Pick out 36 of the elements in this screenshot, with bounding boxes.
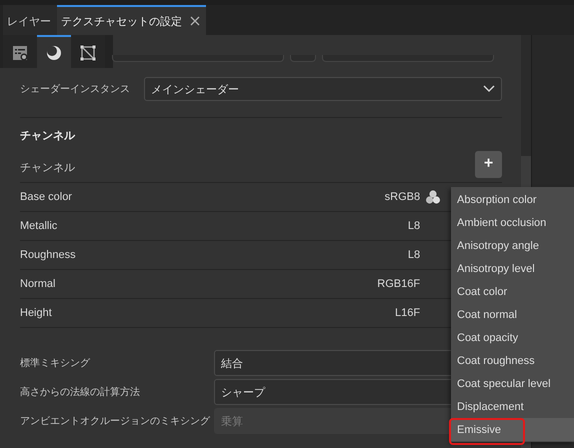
channel-format: L16F	[395, 307, 420, 319]
tool-tab[interactable]	[37, 35, 71, 68]
channel-name: Base color	[20, 191, 72, 203]
panel-tab[interactable]: レイヤー	[3, 5, 57, 35]
column-label: チャンネル	[20, 160, 75, 174]
menu-item[interactable]: Absorption color	[451, 188, 574, 211]
section-title: チャンネル	[20, 129, 76, 144]
channel-name: Normal	[20, 278, 56, 290]
menu-item[interactable]: Coat roughness	[451, 349, 574, 372]
field-label: 高さからの法線の計算方法	[20, 386, 141, 399]
menu-item[interactable]: Ambient occlusion	[451, 211, 574, 234]
channel-format: RGB16F	[377, 278, 420, 290]
channel-format: L8	[408, 249, 420, 261]
panel-tab[interactable]: テクスチャセットの設定	[57, 5, 206, 35]
chevron-down-icon	[483, 85, 496, 93]
settings-icon	[11, 44, 29, 62]
color-circles-icon[interactable]	[425, 189, 442, 205]
menu-item[interactable]: Anisotropy level	[451, 257, 574, 280]
field-label: 標準ミキシング	[20, 356, 91, 370]
add-channel-button[interactable]: +	[475, 150, 502, 178]
field-label: シェーダーインスタンス	[20, 83, 131, 96]
channel-name: Roughness	[20, 249, 76, 261]
sphere-icon	[45, 44, 63, 62]
menu-item[interactable]: Coat color	[451, 280, 574, 303]
field-label: アンビエントオクルージョンのミキシング	[20, 415, 211, 428]
menu-item[interactable]: Coat normal	[451, 303, 574, 326]
uv-square-icon	[79, 44, 97, 62]
channel-format: sRGB8	[384, 191, 420, 203]
channel-name: Metallic	[20, 220, 58, 232]
channel-name: Height	[20, 307, 52, 319]
menu-item[interactable]: Anisotropy angle	[451, 234, 574, 257]
shader-dropdown[interactable]: メインシェーダー	[144, 77, 502, 101]
channel-format: L8	[408, 220, 420, 232]
menu-item[interactable]: Coat specular level	[451, 372, 574, 395]
menu-item[interactable]: Coat opacity	[451, 326, 574, 349]
menu-item[interactable]: Displacement	[451, 395, 574, 418]
